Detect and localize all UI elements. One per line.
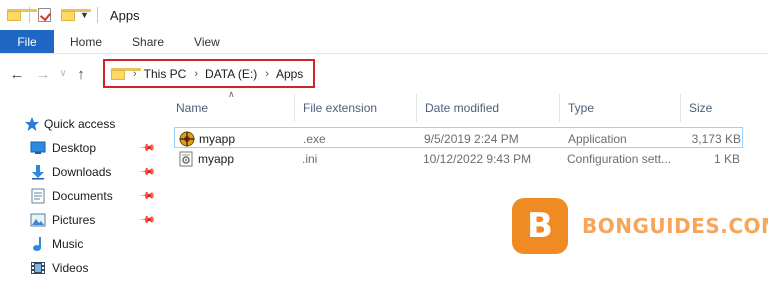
application-icon xyxy=(179,128,197,149)
documents-icon xyxy=(30,188,46,204)
column-headers: Name File extension Date modified Type S… xyxy=(168,94,768,122)
download-icon xyxy=(30,164,46,180)
forward-arrow-icon[interactable]: → xyxy=(34,67,52,82)
file-date-modified: 10/12/2022 9:43 PM xyxy=(423,151,532,166)
sidebar-item-quick-access[interactable]: Quick access xyxy=(0,113,160,135)
sidebar-item-music[interactable]: Music xyxy=(0,233,160,255)
star-icon xyxy=(24,116,40,132)
sidebar-item-label: Music xyxy=(52,237,84,251)
sidebar-item-pictures[interactable]: Pictures 📌 xyxy=(0,209,160,231)
toolbar-divider xyxy=(96,7,98,23)
file-size: 3,173 KB xyxy=(691,131,741,146)
navigation-bar: ← → ∨ ↑ › This PC › DATA (E:) › Apps xyxy=(0,56,768,92)
up-arrow-icon[interactable]: ↑ xyxy=(72,67,90,82)
chevron-right-icon[interactable]: › xyxy=(265,68,269,80)
folder-icon xyxy=(7,9,37,21)
music-icon xyxy=(30,236,46,252)
sidebar-item-label: Documents xyxy=(52,189,113,203)
address-bar[interactable]: › This PC › DATA (E:) › Apps xyxy=(103,59,315,88)
pin-icon[interactable]: 📌 xyxy=(139,212,156,229)
desktop-icon xyxy=(30,140,46,156)
file-name: myapp xyxy=(198,151,235,166)
tab-view[interactable]: View xyxy=(179,30,235,53)
new-folder-icon[interactable] xyxy=(61,9,91,21)
watermark: B BONGUIDES.COM xyxy=(512,198,768,254)
file-type: Application xyxy=(568,131,627,146)
file-size: 1 KB xyxy=(713,151,740,166)
chevron-right-icon[interactable]: › xyxy=(194,68,198,80)
breadcrumb-this-pc[interactable]: This PC xyxy=(144,67,187,81)
column-header-date-modified[interactable]: Date modified xyxy=(417,94,560,122)
settings-file-icon xyxy=(179,148,197,169)
column-header-type[interactable]: Type xyxy=(560,94,681,122)
breadcrumb-apps[interactable]: Apps xyxy=(276,67,303,81)
window-title: Apps xyxy=(109,7,140,23)
tab-home[interactable]: Home xyxy=(54,30,117,53)
sidebar-item-desktop[interactable]: Desktop 📌 xyxy=(0,137,160,159)
sidebar-item-documents[interactable]: Documents 📌 xyxy=(0,185,160,207)
column-header-file-extension[interactable]: File extension xyxy=(295,94,417,122)
ribbon-tabs: File Home Share View xyxy=(0,30,768,54)
sidebar-item-label: Videos xyxy=(52,261,89,275)
watermark-text: BONGUIDES.COM xyxy=(582,214,768,238)
pin-icon[interactable]: 📌 xyxy=(139,188,156,205)
sidebar-item-label: Pictures xyxy=(52,213,96,227)
column-header-name[interactable]: Name xyxy=(168,94,295,122)
watermark-logo: B xyxy=(512,198,568,254)
file-extension: .ini xyxy=(302,151,318,166)
breadcrumb-data-drive[interactable]: DATA (E:) xyxy=(205,67,257,81)
tab-file[interactable]: File xyxy=(0,30,54,53)
folder-icon xyxy=(111,67,141,80)
column-header-size[interactable]: Size xyxy=(681,94,761,122)
sidebar-item-label: Desktop xyxy=(52,141,97,155)
tab-share[interactable]: Share xyxy=(117,30,179,53)
file-name: myapp xyxy=(199,131,236,146)
sidebar-item-downloads[interactable]: Downloads 📌 xyxy=(0,161,160,183)
recent-locations-chevron-icon[interactable]: ∨ xyxy=(56,69,70,79)
title-bar: ▼ Apps xyxy=(0,0,768,30)
file-date-modified: 9/5/2019 2:24 PM xyxy=(424,131,519,146)
sidebar-item-label: Downloads xyxy=(52,165,112,179)
properties-icon[interactable] xyxy=(38,8,51,22)
sidebar-item-label: Quick access xyxy=(44,117,116,131)
file-extension: .exe xyxy=(303,131,326,146)
sidebar-item-videos[interactable]: Videos xyxy=(0,257,160,279)
videos-icon xyxy=(30,260,46,276)
quick-access-toolbar: ▼ xyxy=(7,7,106,23)
file-row[interactable]: myapp .exe 9/5/2019 2:24 PM Application … xyxy=(174,127,743,148)
file-type: Configuration sett... xyxy=(567,151,672,166)
file-row[interactable]: myapp .ini 10/12/2022 9:43 PM Configurat… xyxy=(174,148,743,169)
pin-icon[interactable]: 📌 xyxy=(139,140,156,157)
pin-icon[interactable]: 📌 xyxy=(139,164,156,181)
pictures-icon xyxy=(30,212,46,228)
back-arrow-icon[interactable]: ← xyxy=(8,67,26,82)
